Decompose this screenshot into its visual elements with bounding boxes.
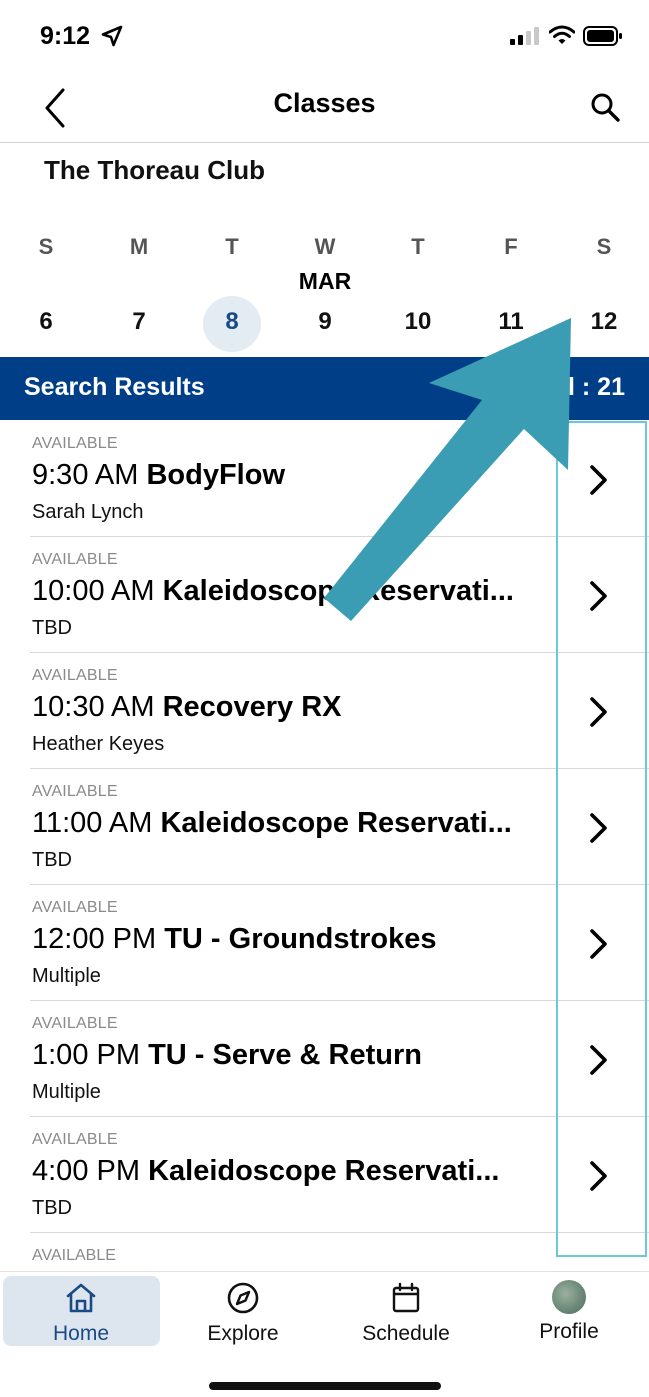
weekday-letter: W: [314, 234, 336, 259]
class-name: Recovery RX: [162, 691, 342, 723]
tab-schedule[interactable]: Schedule: [326, 1280, 486, 1346]
day-9[interactable]: 9: [280, 308, 370, 336]
class-row[interactable]: AVAILABLE 10:30 AM Recovery RX Heather K…: [0, 653, 649, 769]
weekday-letter: T: [225, 234, 239, 259]
weekday-letter: T: [411, 234, 425, 259]
tab-label: Explore: [207, 1322, 279, 1345]
availability-label: AVAILABLE: [32, 551, 118, 568]
calendar-icon: [392, 1282, 420, 1313]
class-time: 11:00 AM: [32, 807, 153, 839]
class-time: 12:00 PM: [32, 923, 157, 955]
availability-label: AVAILABLE: [32, 667, 118, 684]
class-row[interactable]: AVAILABLE 12:00 PM TU - Groundstrokes Mu…: [0, 885, 649, 1001]
instructor-name: Heather Keyes: [32, 733, 165, 755]
battery-icon: [583, 26, 622, 46]
compass-icon: [227, 1282, 259, 1314]
annotation-highlight-box: [556, 421, 647, 1257]
class-row[interactable]: AVAILABLE 10:00 AM Kaleidoscope Reservat…: [0, 537, 649, 653]
tab-profile[interactable]: Profile: [489, 1280, 649, 1344]
class-time: 10:00 AM: [32, 575, 155, 607]
class-time: 10:30 AM: [32, 691, 155, 723]
day-10[interactable]: 10: [373, 308, 463, 336]
class-time: 4:00 PM: [32, 1155, 140, 1187]
class-time: 9:30 AM: [32, 459, 139, 491]
class-time: 1:00 PM: [32, 1039, 140, 1071]
class-name: Kaleidoscope Reservati...: [162, 575, 514, 607]
class-row[interactable]: AVAILABLE 1:00 PM TU - Serve & Return Mu…: [0, 1001, 649, 1117]
class-title: 9:30 AM BodyFlow: [32, 459, 560, 492]
instructor-name: Multiple: [32, 965, 101, 987]
class-name: TU - Groundstrokes: [164, 923, 437, 955]
class-name: Kaleidoscope Reservati...: [148, 1155, 500, 1187]
instructor-name: TBD: [32, 1197, 72, 1219]
results-total: l : 21: [568, 373, 625, 401]
class-row[interactable]: AVAILABLE 9:30 AM BodyFlow Sarah Lynch: [0, 421, 649, 537]
home-indicator: [209, 1382, 441, 1390]
club-name: The Thoreau Club: [44, 155, 265, 185]
weekday-letter: F: [504, 234, 518, 259]
class-name: Kaleidoscope Reservati...: [160, 807, 512, 839]
results-title: Search Results: [24, 373, 205, 401]
tab-home[interactable]: Home: [1, 1280, 161, 1346]
tab-explore[interactable]: Explore: [163, 1280, 323, 1346]
search-icon[interactable]: [588, 90, 622, 124]
class-row[interactable]: AVAILABLE 4:00 PM Kaleidoscope Reservati…: [0, 1117, 649, 1233]
class-title: 10:30 AM Recovery RX: [32, 691, 560, 724]
status-time: 9:12: [40, 22, 91, 50]
instructor-name: Multiple: [32, 1081, 101, 1103]
class-row[interactable]: AVAILABLE 11:00 AM Kaleidoscope Reservat…: [0, 769, 649, 885]
nav-divider: [0, 142, 649, 143]
month-label: MAR: [298, 268, 352, 294]
availability-label: AVAILABLE: [32, 1247, 116, 1264]
cellular-signal-icon: [510, 27, 539, 45]
class-title: 1:00 PM TU - Serve & Return: [32, 1039, 560, 1072]
page-title: Classes: [273, 88, 376, 118]
class-title: 11:00 AM Kaleidoscope Reservati...: [32, 807, 560, 840]
tab-label: Profile: [539, 1320, 599, 1343]
availability-label: AVAILABLE: [32, 783, 118, 800]
class-name: BodyFlow: [146, 459, 286, 491]
instructor-name: TBD: [32, 617, 72, 639]
weekday-letter: M: [129, 234, 149, 259]
day-7[interactable]: 7: [94, 308, 184, 336]
day-8-selected[interactable]: 8: [187, 308, 277, 336]
tab-label: Home: [52, 1322, 110, 1345]
home-icon: [66, 1283, 96, 1313]
tab-label: Schedule: [362, 1322, 450, 1345]
day-12[interactable]: 12: [559, 308, 649, 336]
class-title: 4:00 PM Kaleidoscope Reservati...: [32, 1155, 560, 1188]
availability-label: AVAILABLE: [32, 1131, 118, 1148]
availability-label: AVAILABLE: [32, 1015, 118, 1032]
class-title: 12:00 PM TU - Groundstrokes: [32, 923, 560, 956]
location-arrow-icon: [101, 25, 123, 47]
class-title: 10:00 AM Kaleidoscope Reservati...: [32, 575, 560, 608]
instructor-name: TBD: [32, 849, 72, 871]
class-name: TU - Serve & Return: [148, 1039, 423, 1071]
instructor-name: Sarah Lynch: [32, 501, 144, 523]
availability-label: AVAILABLE: [32, 435, 118, 452]
wifi-icon: [549, 25, 575, 44]
availability-label: AVAILABLE: [32, 899, 118, 916]
weekday-letter: S: [38, 234, 54, 259]
weekday-letter: S: [596, 234, 612, 259]
day-11[interactable]: 11: [466, 308, 556, 336]
day-6[interactable]: 6: [1, 308, 91, 336]
avatar: [552, 1280, 586, 1314]
